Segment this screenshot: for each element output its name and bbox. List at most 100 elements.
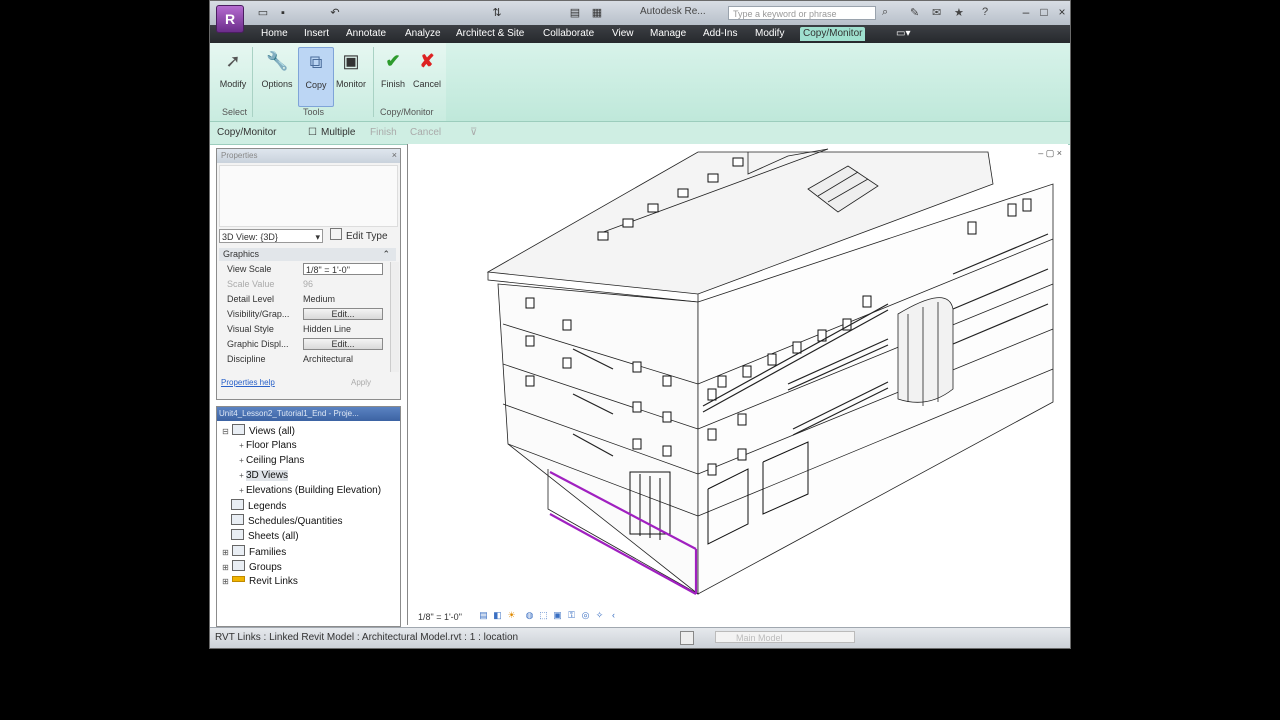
expand-icon[interactable]: + xyxy=(237,454,246,468)
cancel-button[interactable]: ✘ Cancel xyxy=(410,47,444,105)
type-selector[interactable]: 3D View: {3D} xyxy=(219,229,323,244)
expand-icon[interactable]: + xyxy=(237,484,246,498)
tab-analyze[interactable]: Analyze xyxy=(402,27,444,41)
visibility-edit-button[interactable]: Edit... xyxy=(303,308,383,320)
main-model-selector[interactable]: Main Model xyxy=(715,631,855,643)
tab-manage[interactable]: Manage xyxy=(647,27,689,41)
tree-node-ceiling-plans[interactable]: + Ceiling Plans xyxy=(237,454,304,468)
undo-icon[interactable]: ↶ xyxy=(328,6,342,20)
modify-button[interactable]: ➚ Modify xyxy=(216,47,250,105)
tree-node-revit-links[interactable]: ⊞ Revit Links xyxy=(221,575,298,589)
tree-node-groups[interactable]: ⊞ Groups xyxy=(221,560,282,574)
favorites-icon[interactable]: ★ xyxy=(954,6,964,19)
application-menu-button[interactable]: R xyxy=(216,5,244,33)
shadows-icon[interactable]: ◍ xyxy=(524,610,535,620)
filter-icon[interactable]: ⊽ xyxy=(470,127,477,138)
save-icon[interactable]: ▪ xyxy=(276,6,290,20)
tab-annotate[interactable]: Annotate xyxy=(343,27,389,41)
worksets-icon[interactable] xyxy=(680,631,694,645)
detail-level-value[interactable]: Medium xyxy=(303,292,383,307)
tab-home[interactable]: Home xyxy=(258,27,291,41)
tree-node-families[interactable]: ⊞ Families xyxy=(221,545,286,559)
options-cancel-button[interactable]: Cancel xyxy=(410,127,441,138)
monitor-button[interactable]: ▣ Monitor xyxy=(334,47,368,105)
print-icon[interactable]: ▤ xyxy=(568,6,582,20)
tab-architect-site[interactable]: Architect & Site xyxy=(453,27,527,41)
binoculars-icon[interactable]: ⌕ xyxy=(882,6,888,19)
visual-style-value[interactable]: Hidden Line xyxy=(303,322,383,337)
tree-label: Views (all) xyxy=(249,426,295,437)
open-icon[interactable]: ▭ xyxy=(256,6,270,20)
prop-label: Discipline xyxy=(227,354,266,364)
panel-label-copy-monitor: Copy/Monitor xyxy=(380,107,434,117)
tab-insert[interactable]: Insert xyxy=(301,27,332,41)
ribbon-panels: ➚ Modify 🔧 Options ⧉ Copy ▣ Monitor ✔ Fi… xyxy=(210,43,446,121)
tab-add-ins[interactable]: Add-Ins xyxy=(700,27,740,41)
prop-row-visual-style: Visual Style Hidden Line xyxy=(219,322,386,337)
windows-icon[interactable]: ▦ xyxy=(590,6,604,20)
properties-scrollbar[interactable] xyxy=(390,262,399,372)
tree-node-elevations[interactable]: + Elevations (Building Elevation) xyxy=(237,484,381,498)
options-button[interactable]: 🔧 Options xyxy=(260,47,294,105)
close-icon[interactable]: × xyxy=(392,150,397,160)
tree-node-floor-plans[interactable]: + Floor Plans xyxy=(237,439,296,453)
prop-label: Visual Style xyxy=(227,324,274,334)
schedule-icon xyxy=(231,514,244,525)
view-scale-input[interactable]: 1/8" = 1'-0" xyxy=(303,263,383,275)
multiple-checkbox[interactable]: ☐ xyxy=(308,127,317,138)
apply-button[interactable]: Apply xyxy=(351,378,371,387)
detail-level-icon[interactable]: ▤ xyxy=(478,610,489,620)
tab-view[interactable]: View xyxy=(609,27,637,41)
copy-button[interactable]: ⧉ Copy xyxy=(298,47,334,107)
more-icon[interactable]: ‹ xyxy=(608,610,619,620)
ribbon-tab-bar: Home Insert Annotate Analyze Architect &… xyxy=(210,25,1070,43)
sun-path-icon[interactable]: ☀ xyxy=(506,610,517,620)
expand-icon[interactable]: ⊞ xyxy=(221,561,230,575)
discipline-value[interactable]: Architectural xyxy=(303,352,383,367)
show-crop-icon[interactable]: ▣ xyxy=(552,610,563,620)
tab-modify[interactable]: Modify xyxy=(752,27,787,41)
info-center-search-input[interactable]: Type a keyword or phrase xyxy=(728,6,876,20)
expand-icon[interactable]: + xyxy=(237,439,246,453)
options-finish-button[interactable]: Finish xyxy=(370,127,397,138)
tab-copy-monitor[interactable]: Copy/Monitor xyxy=(800,27,866,41)
3d-view-canvas[interactable]: – ▢ × 1/8" = 1'-0" ▤ ◧ ☀ ◍ ⬚ ▣ ⚿ ◎ ✧ ‹ xyxy=(407,144,1068,625)
ribbon-minimize-icon[interactable]: ▭▾ xyxy=(893,27,913,41)
tree-node-schedules[interactable]: Schedules/Quantities xyxy=(229,514,343,528)
window-title: Autodesk Re... xyxy=(640,6,706,17)
tab-collaborate[interactable]: Collaborate xyxy=(540,27,597,41)
communication-center-icon[interactable]: ✉ xyxy=(932,6,941,19)
type-preview xyxy=(219,165,398,227)
reveal-hidden-icon[interactable]: ✧ xyxy=(594,610,605,620)
crop-view-icon[interactable]: ⬚ xyxy=(538,610,549,620)
edit-type-button[interactable]: Edit Type xyxy=(330,228,396,244)
subscription-icon[interactable]: ✎ xyxy=(910,6,919,19)
finish-button[interactable]: ✔ Finish xyxy=(376,47,410,105)
expand-icon[interactable]: + xyxy=(237,469,246,483)
minimize-icon[interactable]: – xyxy=(1018,4,1034,20)
help-icon[interactable]: ? xyxy=(982,6,988,18)
lock-view-icon[interactable]: ⚿ xyxy=(566,610,577,620)
tree-node-legends[interactable]: Legends xyxy=(229,499,286,513)
properties-help-link[interactable]: Properties help xyxy=(221,378,275,387)
graphic-display-edit-button[interactable]: Edit... xyxy=(303,338,383,350)
prop-label: Visibility/Grap... xyxy=(227,309,290,319)
collapse-icon[interactable]: ⌃ xyxy=(382,248,390,261)
view-scale-label[interactable]: 1/8" = 1'-0" xyxy=(418,612,462,622)
expand-icon[interactable]: ⊞ xyxy=(221,546,230,560)
graphics-group-header[interactable]: Graphics ⌃ xyxy=(219,248,396,261)
tree-label: Schedules/Quantities xyxy=(248,516,343,527)
title-bar: R ▭ ▪ ↶ ⇅ ▤ ▦ Autodesk Re... Type a keyw… xyxy=(210,1,1070,33)
tree-node-3d-views[interactable]: +3D Views xyxy=(237,469,289,483)
expand-icon[interactable]: ⊞ xyxy=(221,575,230,589)
close-icon[interactable]: × xyxy=(1054,4,1070,20)
sync-icon[interactable]: ⇅ xyxy=(490,6,504,20)
tree-node-sheets[interactable]: Sheets (all) xyxy=(229,529,299,543)
hide-isolate-icon[interactable]: ◎ xyxy=(580,610,591,620)
visual-style-icon[interactable]: ◧ xyxy=(492,610,503,620)
copy-label: Copy xyxy=(305,80,327,90)
building-3d-model[interactable] xyxy=(408,144,1068,614)
tree-node-views-all[interactable]: ⊟ Views (all) xyxy=(221,424,295,438)
collapse-icon[interactable]: ⊟ xyxy=(221,425,230,439)
maximize-icon[interactable]: □ xyxy=(1036,4,1052,20)
